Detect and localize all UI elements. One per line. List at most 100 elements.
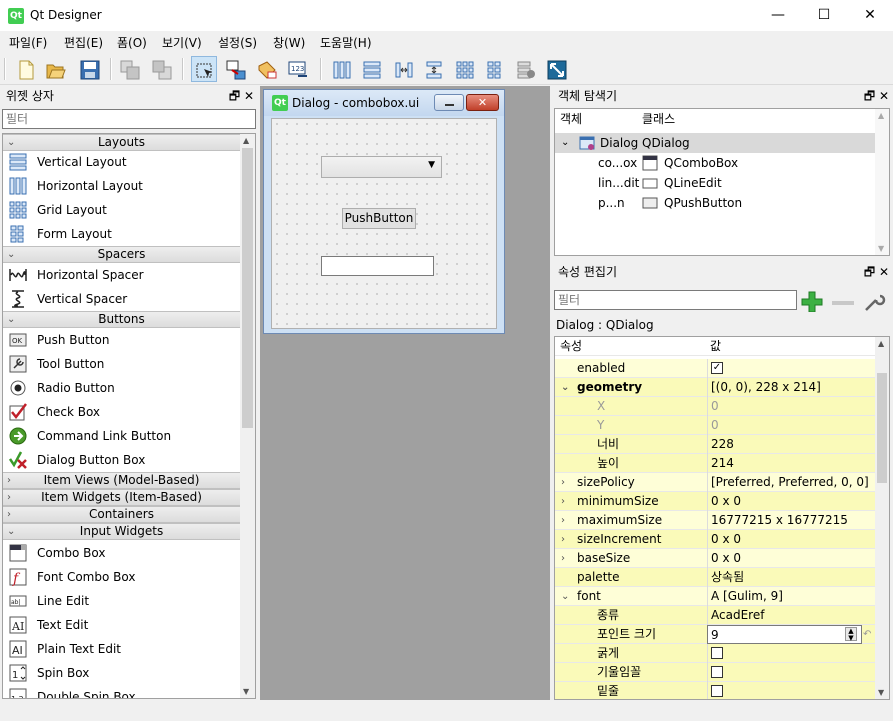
widget-item-line-edit[interactable]: ab| Line Edit xyxy=(7,589,240,613)
widget-item-push-button[interactable]: OK Push Button xyxy=(7,328,240,352)
property-row-italic[interactable]: 기울임꼴 xyxy=(555,663,875,682)
scrollbar-thumb[interactable] xyxy=(242,148,253,428)
widget-item-plain-text-edit[interactable]: AI Plain Text Edit xyxy=(7,637,240,661)
menu-file[interactable]: 파일(F) xyxy=(9,34,47,51)
edit-buddies-icon[interactable] xyxy=(253,56,279,82)
object-tree-scrollbar[interactable]: ▲ ▼ xyxy=(875,109,889,255)
scrollbar-thumb[interactable] xyxy=(877,373,887,483)
property-row-point-size[interactable]: 포인트 크기 9 ▲ ▼ ↶ xyxy=(555,625,875,644)
property-row-geometry[interactable]: ⌄ geometry [(0, 0), 228 x 214] xyxy=(555,378,875,397)
property-row-enabled[interactable]: enabled ✓ xyxy=(555,359,875,378)
form-minimize-button[interactable] xyxy=(434,94,464,111)
save-icon[interactable] xyxy=(76,56,102,82)
edit-signals-slots-icon[interactable] xyxy=(222,56,248,82)
combo-box-preview[interactable]: ▼ xyxy=(321,156,442,178)
widget-box-scrollbar[interactable]: ▲ ▼ xyxy=(240,134,255,698)
widget-item-spin-box[interactable]: 1 Spin Box xyxy=(7,661,240,685)
menu-form[interactable]: 폼(O) xyxy=(117,34,147,51)
property-row-width[interactable]: 너비 228 xyxy=(555,435,875,454)
property-row-minimum-size[interactable]: › minimumSize 0 x 0 xyxy=(555,492,875,511)
property-row-base-size[interactable]: › baseSize 0 x 0 xyxy=(555,549,875,568)
property-row-underline[interactable]: 밑줄 xyxy=(555,682,875,699)
line-edit-preview[interactable] xyxy=(321,256,434,276)
property-filter-input[interactable]: 필터 xyxy=(554,290,797,310)
category-spacers[interactable]: ⌄ Spacers xyxy=(3,246,240,263)
tree-row-lineedit[interactable]: lin...dit QLineEdit xyxy=(555,173,875,193)
form-layout-icon[interactable] xyxy=(481,56,507,82)
remove-property-icon[interactable] xyxy=(832,301,854,305)
property-row-x[interactable]: X0 xyxy=(555,397,875,416)
property-row-y[interactable]: Y0 xyxy=(555,416,875,435)
open-file-icon[interactable] xyxy=(42,56,68,82)
tree-row-dialog[interactable]: ⌄ Dialog QDialog xyxy=(555,133,875,153)
close-dock-icon[interactable]: ✕ xyxy=(244,89,254,103)
category-buttons[interactable]: ⌄ Buttons xyxy=(3,311,240,328)
category-item-views[interactable]: › Item Views (Model-Based) xyxy=(3,472,240,489)
close-button[interactable]: ✕ xyxy=(847,0,893,31)
category-input-widgets[interactable]: ⌄ Input Widgets xyxy=(3,523,240,540)
tree-row-pushbutton[interactable]: p...n QPushButton xyxy=(555,193,875,213)
widget-item-check-box[interactable]: Check Box xyxy=(7,400,240,424)
point-size-spinbox[interactable]: 9 xyxy=(707,625,862,644)
spin-arrows-icon[interactable]: ▲ ▼ xyxy=(845,627,857,642)
new-file-icon[interactable] xyxy=(12,56,38,82)
float-dock-icon[interactable]: 🗗 xyxy=(229,89,240,103)
widget-item-grid-layout[interactable]: Grid Layout xyxy=(7,198,240,222)
send-to-back-icon[interactable] xyxy=(116,56,142,82)
property-row-palette[interactable]: palette 상속됨 xyxy=(555,568,875,587)
float-dock-icon[interactable]: 🗗 xyxy=(864,265,875,279)
form-window[interactable]: Qt Dialog - combobox.ui ✕ ▼ PushButton xyxy=(263,89,505,334)
configure-wrench-icon[interactable] xyxy=(862,290,886,312)
property-table-scrollbar[interactable]: ▲ ▼ xyxy=(875,337,889,699)
tree-row-combobox[interactable]: co...ox QComboBox xyxy=(555,153,875,173)
grid-layout-icon[interactable] xyxy=(451,56,477,82)
form-canvas[interactable]: ▼ PushButton xyxy=(271,118,497,329)
form-close-button[interactable]: ✕ xyxy=(466,94,499,111)
maximize-button[interactable]: ☐ xyxy=(801,0,847,31)
horizontal-splitter-icon[interactable] xyxy=(390,56,416,82)
widget-box-filter-input[interactable]: 필터 xyxy=(2,109,256,129)
widget-item-vertical-spacer[interactable]: Vertical Spacer xyxy=(7,287,240,311)
widget-item-dialog-button-box[interactable]: Dialog Button Box xyxy=(7,448,240,472)
close-dock-icon[interactable]: ✕ xyxy=(879,265,889,279)
widget-item-font-combo-box[interactable]: f Font Combo Box xyxy=(7,565,240,589)
push-button-preview[interactable]: PushButton xyxy=(342,208,416,229)
adjust-size-icon[interactable] xyxy=(543,56,569,82)
underline-checkbox[interactable] xyxy=(711,684,723,697)
widget-item-double-spin-box[interactable]: 1.2Double Spin Box xyxy=(7,685,240,698)
widget-item-form-layout[interactable]: Form Layout xyxy=(7,222,240,246)
property-row-height[interactable]: 높이 214 xyxy=(555,454,875,473)
reset-icon[interactable]: ↶ xyxy=(863,625,871,644)
widget-item-tool-button[interactable]: Tool Button xyxy=(7,352,240,376)
menu-window[interactable]: 창(W) xyxy=(273,34,305,51)
add-property-icon[interactable] xyxy=(800,290,824,312)
edit-tab-order-icon[interactable]: 123 xyxy=(284,56,310,82)
bring-to-front-icon[interactable] xyxy=(148,56,174,82)
widget-item-vertical-layout[interactable]: Vertical Layout xyxy=(7,150,240,174)
menu-edit[interactable]: 편집(E) xyxy=(64,34,103,51)
widget-item-combo-box[interactable]: Combo Box xyxy=(7,541,240,565)
enabled-checkbox[interactable]: ✓ xyxy=(711,361,723,374)
widget-item-horizontal-layout[interactable]: Horizontal Layout xyxy=(7,174,240,198)
float-dock-icon[interactable]: 🗗 xyxy=(864,89,875,103)
lay-out-vertically-icon[interactable] xyxy=(358,56,384,82)
menu-help[interactable]: 도움말(H) xyxy=(320,34,372,51)
widget-item-horizontal-spacer[interactable]: Horizontal Spacer xyxy=(7,263,240,287)
menu-view[interactable]: 보기(V) xyxy=(162,34,202,51)
class-column-header[interactable]: 클래스 xyxy=(642,109,675,129)
category-containers[interactable]: › Containers xyxy=(3,506,240,523)
property-row-font[interactable]: ⌄ font A [Gulim, 9] xyxy=(555,587,875,606)
category-layouts[interactable]: ⌄ Layouts xyxy=(3,134,240,151)
close-dock-icon[interactable]: ✕ xyxy=(879,89,889,103)
minimize-button[interactable]: — xyxy=(755,0,801,31)
object-column-header[interactable]: 객체 xyxy=(560,109,582,129)
category-item-widgets[interactable]: › Item Widgets (Item-Based) xyxy=(3,489,240,506)
break-layout-icon[interactable] xyxy=(512,56,538,82)
property-row-maximum-size[interactable]: › maximumSize 16777215 x 16777215 xyxy=(555,511,875,530)
edit-widgets-icon[interactable] xyxy=(191,56,217,82)
widget-item-text-edit[interactable]: AI Text Edit xyxy=(7,613,240,637)
bold-checkbox[interactable] xyxy=(711,646,723,659)
widget-item-radio-button[interactable]: Radio Button xyxy=(7,376,240,400)
property-row-font-family[interactable]: 종류 AcadEref xyxy=(555,606,875,625)
widget-item-command-link-button[interactable]: Command Link Button xyxy=(7,424,240,448)
